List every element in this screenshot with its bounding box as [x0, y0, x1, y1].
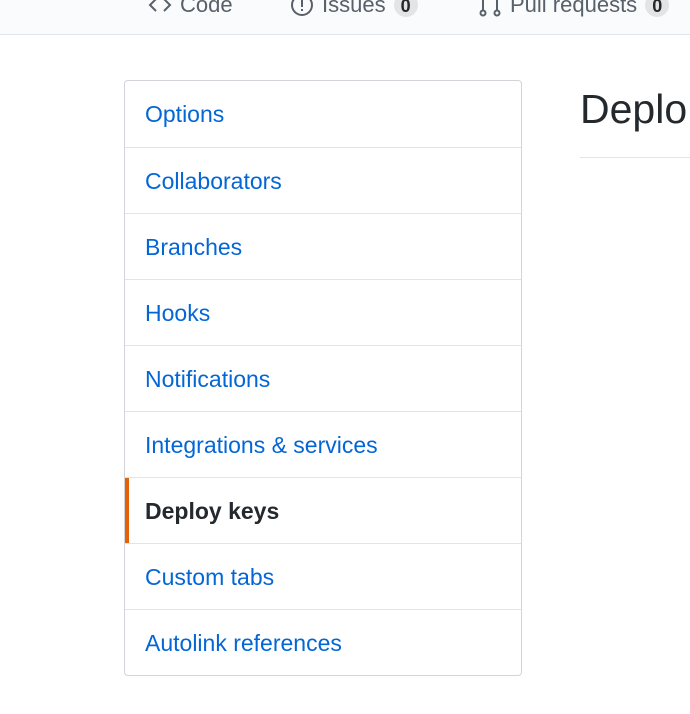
page-title: Deplo	[580, 86, 688, 132]
menu-item-hooks[interactable]: Hooks	[125, 279, 521, 345]
pull-requests-count-badge: 0	[645, 0, 670, 17]
title-divider	[580, 157, 690, 158]
menu-item-custom-tabs[interactable]: Custom tabs	[125, 543, 521, 609]
tab-code[interactable]: Code	[148, 0, 233, 20]
menu-item-autolink-references[interactable]: Autolink references	[125, 609, 521, 675]
tab-issues-label: Issues	[322, 0, 386, 17]
repo-nav-tabs: Code Issues 0 Pull requests 0	[0, 0, 690, 35]
menu-item-branches[interactable]: Branches	[125, 213, 521, 279]
issue-opened-icon	[290, 0, 314, 17]
git-pull-request-icon	[478, 0, 502, 17]
menu-item-options[interactable]: Options	[125, 81, 521, 147]
code-icon	[148, 0, 172, 14]
tab-code-label: Code	[180, 0, 233, 17]
settings-menu: Options Collaborators Branches Hooks Not…	[124, 80, 522, 676]
menu-item-deploy-keys[interactable]: Deploy keys	[125, 477, 521, 543]
tab-pull-requests-label: Pull requests	[510, 0, 638, 17]
menu-item-notifications[interactable]: Notifications	[125, 345, 521, 411]
tab-issues[interactable]: Issues 0	[290, 0, 418, 20]
menu-item-integrations-services[interactable]: Integrations & services	[125, 411, 521, 477]
tab-pull-requests[interactable]: Pull requests 0	[478, 0, 670, 20]
menu-item-collaborators[interactable]: Collaborators	[125, 147, 521, 213]
issues-count-badge: 0	[393, 0, 418, 17]
